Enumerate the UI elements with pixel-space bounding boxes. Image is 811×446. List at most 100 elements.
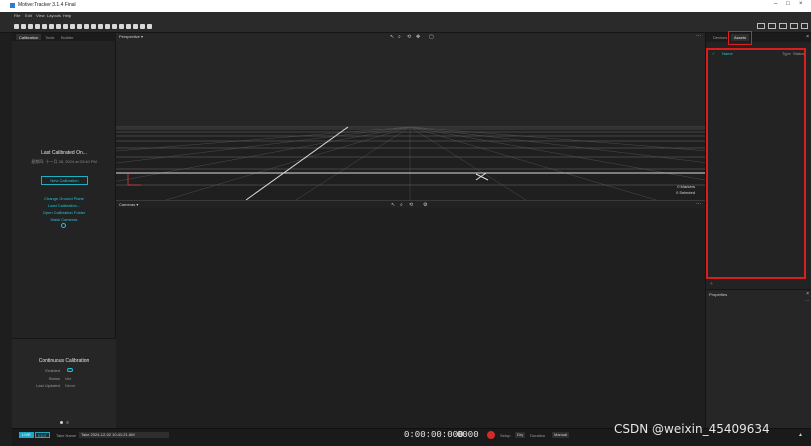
take-name-label: Take Name	[56, 433, 77, 438]
duration-label: Duration	[530, 433, 546, 438]
new-file-icon[interactable]	[14, 24, 19, 29]
cameras-viewport[interactable]: Cameras ▾ ↖ ⌕ ⟲ ⚙ ···	[116, 200, 705, 428]
close-icon[interactable]: ×	[799, 1, 803, 7]
timecode-display: 0:00:00:000	[404, 430, 464, 440]
layout-4-icon[interactable]	[790, 23, 798, 29]
list-icon[interactable]	[63, 24, 68, 29]
last-updated-label: Last Updated	[36, 383, 60, 388]
last-updated-value: Never	[65, 383, 76, 388]
plug-icon[interactable]	[84, 24, 89, 29]
csdn-watermark: CSDN @weixin_45409634	[614, 422, 770, 436]
layout-5-icon[interactable]	[801, 23, 808, 29]
open-folder-icon[interactable]	[21, 24, 26, 29]
viewport-mode-dropdown[interactable]: Perspective ▾	[119, 34, 143, 39]
enabled-label: Enabled	[45, 368, 60, 373]
status-value: Idle	[65, 376, 72, 381]
cameras-zoom-icon[interactable]: ⌕	[400, 202, 403, 208]
duration-dropdown[interactable]: Manual	[552, 432, 570, 438]
image-icon[interactable]	[70, 24, 75, 29]
wand-icon[interactable]	[61, 223, 66, 228]
frame-tool-icon[interactable]: ▢	[429, 34, 434, 40]
assets-tab-highlight	[728, 31, 752, 45]
record-button[interactable]	[487, 431, 495, 439]
menu-bar: File Edit View Layouts Help	[0, 12, 811, 20]
load-calibration-link[interactable]: Load Calibration...	[12, 203, 116, 208]
menu-view[interactable]: View	[36, 13, 45, 18]
app-icon	[10, 3, 15, 8]
perspective-viewport[interactable]: Perspective ▾ ↖ ⌕ ⟲ ✥ ▢ ··· 0 Markers 0 …	[116, 33, 705, 200]
right-panel-tabs: Devices Assets ×	[706, 33, 811, 42]
page-dot[interactable]	[66, 421, 69, 424]
continuous-calibration-title: Continuous Calibration	[38, 358, 90, 364]
chart-icon[interactable]	[126, 24, 131, 29]
edit-mode-button[interactable]: EDIT	[35, 432, 50, 438]
menu-layouts[interactable]: Layouts	[47, 13, 61, 18]
expand-icon[interactable]: ▲	[798, 432, 803, 438]
rotate-tool-icon[interactable]: ⟲	[407, 34, 411, 40]
layout-1-icon[interactable]	[757, 23, 765, 29]
video-icon[interactable]	[133, 24, 138, 29]
info-icon[interactable]	[147, 24, 152, 29]
setup-value[interactable]: Dry	[515, 432, 526, 438]
page-dot-active[interactable]	[60, 421, 63, 424]
signal-icon[interactable]	[112, 24, 117, 29]
maximize-icon[interactable]: □	[786, 1, 790, 7]
properties-panel: Properties × ···	[706, 289, 811, 428]
window-title: Motive:Tracker 3.1.4 Final	[18, 2, 76, 8]
properties-close-icon[interactable]: ×	[806, 291, 809, 297]
mask-cameras-link[interactable]: Mask Cameras	[12, 217, 116, 222]
menu-file[interactable]: File	[14, 13, 20, 18]
assets-list-highlight	[706, 48, 806, 279]
save-icon[interactable]	[28, 24, 33, 29]
select-tool-icon[interactable]: ↖	[390, 34, 394, 40]
last-calibrated-date: 星期四, 十一月 28, 2024 at 03:40 PM	[31, 159, 97, 164]
properties-more-icon[interactable]: ···	[805, 298, 809, 303]
sync-icon[interactable]	[105, 24, 110, 29]
layout-3-icon[interactable]	[779, 23, 787, 29]
menu-edit[interactable]: Edit	[25, 13, 32, 18]
panel-close-icon[interactable]: ×	[806, 34, 809, 40]
close-x-icon[interactable]	[119, 24, 124, 29]
plus-icon[interactable]	[140, 24, 145, 29]
wrench-icon[interactable]	[91, 24, 96, 29]
viewport-header: Perspective ▾ ↖ ⌕ ⟲ ✥ ▢ ···	[116, 33, 705, 40]
settings-icon[interactable]	[35, 24, 40, 29]
layout-2-icon[interactable]	[768, 23, 776, 29]
enabled-toggle[interactable]	[67, 368, 73, 372]
cameras-view-dropdown[interactable]: Cameras ▾	[119, 202, 138, 207]
menu-help[interactable]: Help	[63, 13, 71, 18]
cameras-more-button[interactable]: ···	[696, 201, 701, 207]
camera-icon[interactable]	[42, 24, 47, 29]
monitor-icon[interactable]	[77, 24, 82, 29]
tab-builder[interactable]: Builder	[58, 34, 76, 40]
continuous-calibration-section: Continuous Calibration Enabled Status Id…	[12, 338, 116, 428]
zoom-tool-icon[interactable]: ⌕	[398, 34, 401, 40]
markers-count: 0 Markers	[677, 184, 695, 189]
left-panel-tabs: Calibration Tools Builder	[12, 33, 116, 41]
cameras-rotate-icon[interactable]: ⟲	[409, 202, 413, 208]
status-label: Status	[48, 376, 60, 381]
ground-grid	[116, 33, 705, 200]
minimize-icon[interactable]: –	[774, 1, 777, 7]
viewport-more-button[interactable]: ···	[696, 33, 701, 39]
tab-tools[interactable]: Tools	[42, 34, 57, 40]
window-titlebar: Motive:Tracker 3.1.4 Final – □ ×	[0, 0, 811, 12]
new-calibration-button[interactable]: New Calibration	[41, 176, 88, 185]
take-name-field[interactable]: Take 2024-12-02 10:41:21 AM	[79, 432, 169, 438]
setup-label: Setup	[500, 433, 511, 438]
assets-panel: Devices Assets × ✓ Name Type Status + Pr…	[705, 31, 811, 428]
refresh-icon[interactable]	[56, 24, 61, 29]
toolbar	[0, 20, 811, 33]
cameras-settings-icon[interactable]: ⚙	[423, 202, 427, 208]
add-asset-icon[interactable]: +	[710, 281, 713, 287]
tab-calibration[interactable]: Calibration	[16, 34, 42, 40]
live-mode-button[interactable]: LIVE	[19, 432, 34, 438]
frame-counter: 0000	[457, 430, 479, 440]
link-icon[interactable]	[98, 24, 103, 29]
change-ground-plane-link[interactable]: Change Ground Plane	[12, 196, 116, 201]
grid-icon[interactable]	[49, 24, 54, 29]
properties-title: Properties	[709, 292, 728, 297]
open-calibration-folder-link[interactable]: Open Calibration Folder	[12, 210, 116, 215]
cameras-select-icon[interactable]: ↖	[391, 202, 395, 208]
pan-tool-icon[interactable]: ✥	[416, 34, 420, 40]
